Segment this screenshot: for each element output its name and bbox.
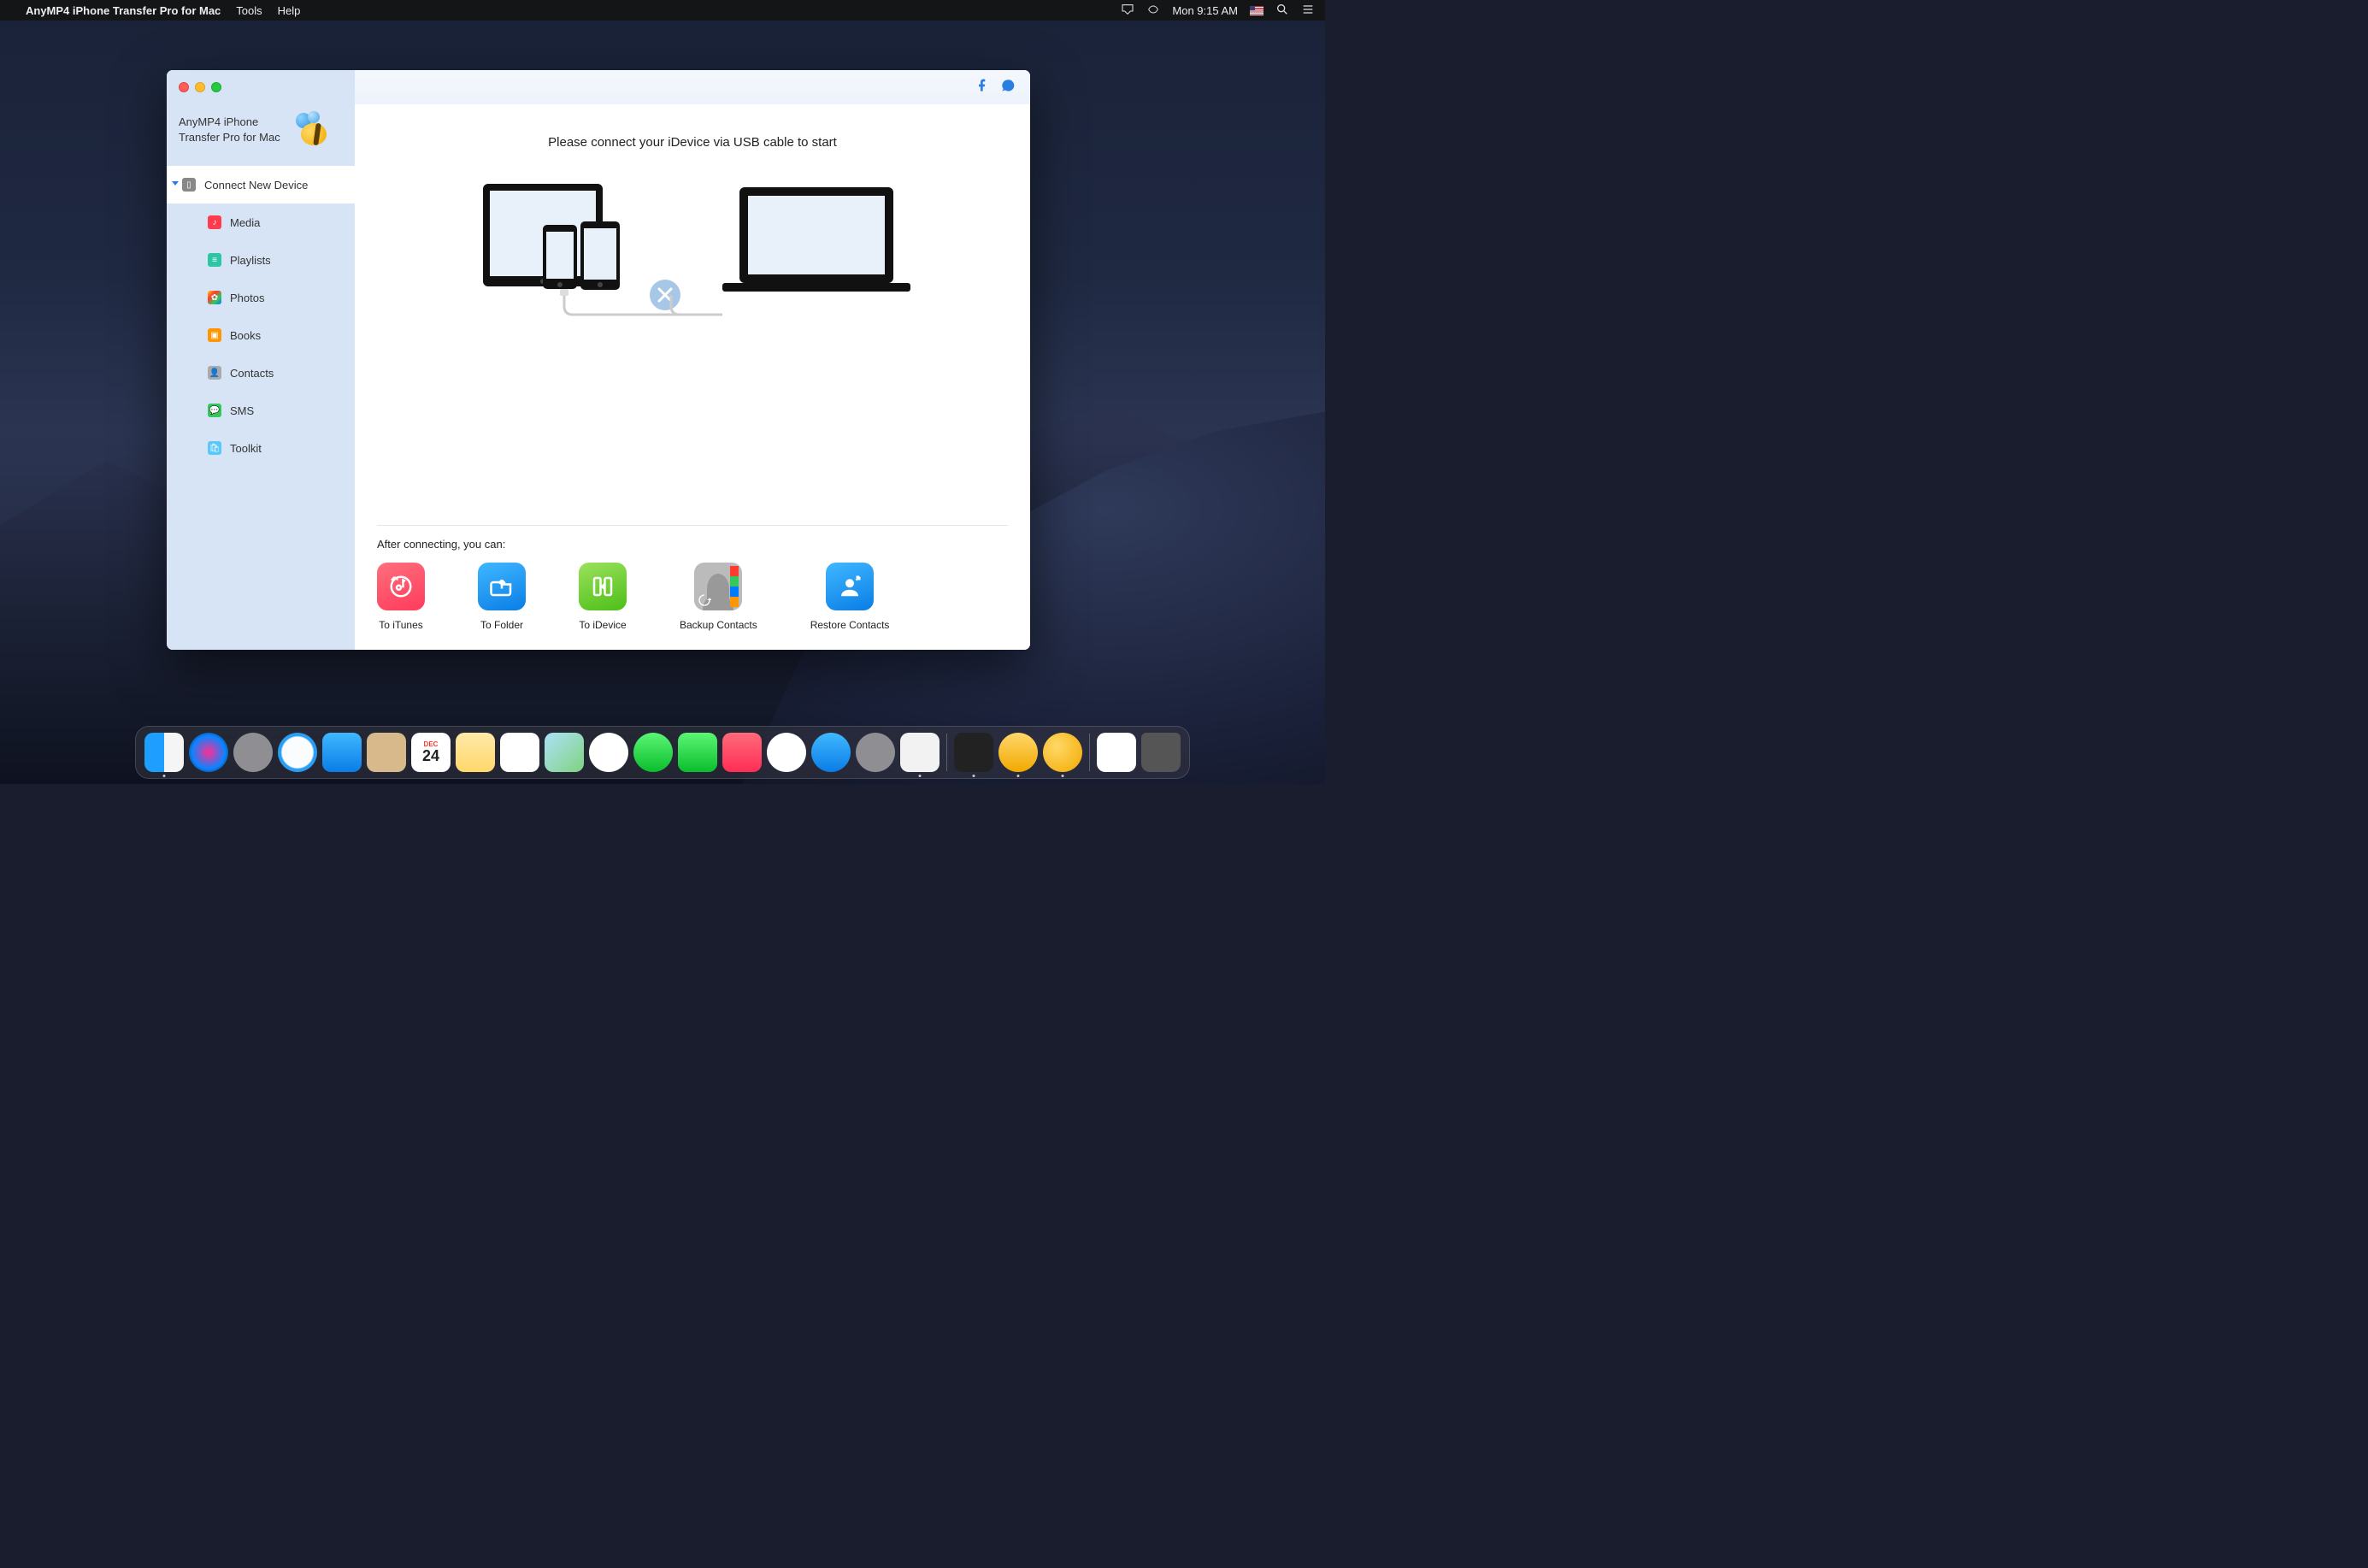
dock-separator bbox=[1089, 734, 1090, 771]
action-label: Restore Contacts bbox=[810, 619, 890, 631]
to-idevice-icon bbox=[579, 563, 627, 610]
dock-finder-icon[interactable] bbox=[144, 733, 184, 772]
app-logo-icon bbox=[289, 111, 330, 149]
photos-icon: ✿ bbox=[208, 291, 221, 304]
action-label: To iTunes bbox=[379, 619, 423, 631]
sidebar-item-label: SMS bbox=[230, 404, 254, 417]
dock-messages-icon[interactable] bbox=[633, 733, 673, 772]
action-backup-contacts[interactable]: Backup Contacts bbox=[680, 563, 757, 631]
window-minimize-button[interactable] bbox=[195, 82, 205, 92]
dock-mail-icon[interactable] bbox=[322, 733, 362, 772]
facebook-icon[interactable] bbox=[975, 79, 989, 97]
sidebar-item-label: Books bbox=[230, 329, 261, 342]
dock-siri-icon[interactable] bbox=[189, 733, 228, 772]
app-title-line1: AnyMP4 iPhone bbox=[179, 115, 280, 130]
contacts-icon: 👤 bbox=[208, 366, 221, 380]
menubar-item-tools[interactable]: Tools bbox=[236, 4, 262, 17]
sidebar-item-label: Toolkit bbox=[230, 442, 262, 455]
dock-calendar-day: 24 bbox=[422, 748, 439, 763]
after-section: After connecting, you can: To iTunes To … bbox=[355, 525, 1030, 650]
playlists-icon: ≡ bbox=[208, 253, 221, 267]
action-label: To iDevice bbox=[579, 619, 626, 631]
action-label: To Folder bbox=[480, 619, 523, 631]
devices-illustration bbox=[355, 175, 1030, 355]
action-label: Backup Contacts bbox=[680, 619, 757, 631]
input-source-flag-icon[interactable] bbox=[1250, 6, 1264, 15]
sidebar-item-connect-device[interactable]: ▯ Connect New Device bbox=[167, 166, 355, 203]
menubar: AnyMP4 iPhone Transfer Pro for Mac Tools… bbox=[0, 0, 1325, 21]
device-icon: ▯ bbox=[182, 178, 196, 192]
spotlight-icon[interactable] bbox=[1275, 3, 1289, 19]
app-title-line2: Transfer Pro for Mac bbox=[179, 130, 280, 145]
dock-trash-icon[interactable] bbox=[1141, 733, 1181, 772]
sidebar-root-label: Connect New Device bbox=[204, 179, 308, 192]
main-panel: Please connect your iDevice via USB cabl… bbox=[355, 70, 1030, 650]
window-zoom-button[interactable] bbox=[211, 82, 221, 92]
books-icon: ▣ bbox=[208, 328, 221, 342]
app-window: AnyMP4 iPhone Transfer Pro for Mac ▯ Con… bbox=[167, 70, 1030, 650]
sidebar-item-media[interactable]: ♪ Media bbox=[167, 203, 355, 241]
dock-contacts-icon[interactable] bbox=[367, 733, 406, 772]
sidebar-item-toolkit[interactable]: 🛍 Toolkit bbox=[167, 429, 355, 467]
sidebar: AnyMP4 iPhone Transfer Pro for Mac ▯ Con… bbox=[167, 70, 355, 650]
dock-photos-icon[interactable] bbox=[589, 733, 628, 772]
dock-itunes-icon[interactable] bbox=[767, 733, 806, 772]
dock-anymp4-icon[interactable] bbox=[1043, 733, 1082, 772]
sidebar-item-books[interactable]: ▣ Books bbox=[167, 316, 355, 354]
menubar-item-help[interactable]: Help bbox=[278, 4, 301, 17]
sidebar-item-photos[interactable]: ✿ Photos bbox=[167, 279, 355, 316]
dock-magnet-icon[interactable] bbox=[900, 733, 940, 772]
action-restore-contacts[interactable]: Restore Contacts bbox=[810, 563, 890, 631]
menubar-app-name[interactable]: AnyMP4 iPhone Transfer Pro for Mac bbox=[26, 4, 221, 17]
dock-notes-icon[interactable] bbox=[456, 733, 495, 772]
status-icon[interactable] bbox=[1146, 3, 1160, 19]
dock-app-icon[interactable] bbox=[998, 733, 1038, 772]
dock-calendar-icon[interactable]: DEC 24 bbox=[411, 733, 451, 772]
dock-facetime-icon[interactable] bbox=[678, 733, 717, 772]
window-close-button[interactable] bbox=[179, 82, 189, 92]
connect-message: Please connect your iDevice via USB cabl… bbox=[548, 135, 837, 150]
to-itunes-icon bbox=[377, 563, 425, 610]
backup-contacts-icon bbox=[694, 563, 742, 610]
action-to-idevice[interactable]: To iDevice bbox=[579, 563, 627, 631]
dock-system-preferences-icon[interactable] bbox=[856, 733, 895, 772]
top-strip bbox=[355, 70, 1030, 104]
dock-separator bbox=[946, 734, 947, 771]
app-brand: AnyMP4 iPhone Transfer Pro for Mac bbox=[167, 104, 355, 166]
sms-icon: 💬 bbox=[208, 404, 221, 417]
connect-area: Please connect your iDevice via USB cabl… bbox=[355, 104, 1030, 525]
dock-terminal-icon[interactable] bbox=[954, 733, 993, 772]
airplay-icon[interactable] bbox=[1121, 3, 1134, 19]
dock-appstore-icon[interactable] bbox=[811, 733, 851, 772]
media-icon: ♪ bbox=[208, 215, 221, 229]
window-titlebar bbox=[167, 70, 355, 104]
action-to-folder[interactable]: To Folder bbox=[478, 563, 526, 631]
feedback-icon[interactable] bbox=[1001, 79, 1015, 97]
after-title: After connecting, you can: bbox=[377, 538, 1008, 551]
dock-reminders-icon[interactable] bbox=[500, 733, 539, 772]
menubar-clock[interactable]: Mon 9:15 AM bbox=[1172, 4, 1238, 17]
dock-maps-icon[interactable] bbox=[545, 733, 584, 772]
sidebar-item-contacts[interactable]: 👤 Contacts bbox=[167, 354, 355, 392]
dock-safari-icon[interactable] bbox=[278, 733, 317, 772]
action-to-itunes[interactable]: To iTunes bbox=[377, 563, 425, 631]
dock: DEC 24 bbox=[135, 726, 1190, 779]
dock-document-icon[interactable] bbox=[1097, 733, 1136, 772]
sidebar-item-label: Playlists bbox=[230, 254, 271, 267]
to-folder-icon bbox=[478, 563, 526, 610]
toolkit-icon: 🛍 bbox=[208, 441, 221, 455]
restore-contacts-icon bbox=[826, 563, 874, 610]
sidebar-item-label: Media bbox=[230, 216, 260, 229]
dock-launchpad-icon[interactable] bbox=[233, 733, 273, 772]
sidebar-item-label: Contacts bbox=[230, 367, 274, 380]
sidebar-item-playlists[interactable]: ≡ Playlists bbox=[167, 241, 355, 279]
sidebar-item-label: Photos bbox=[230, 292, 264, 304]
sidebar-item-sms[interactable]: 💬 SMS bbox=[167, 392, 355, 429]
dock-news-icon[interactable] bbox=[722, 733, 762, 772]
notification-center-icon[interactable] bbox=[1301, 3, 1315, 19]
